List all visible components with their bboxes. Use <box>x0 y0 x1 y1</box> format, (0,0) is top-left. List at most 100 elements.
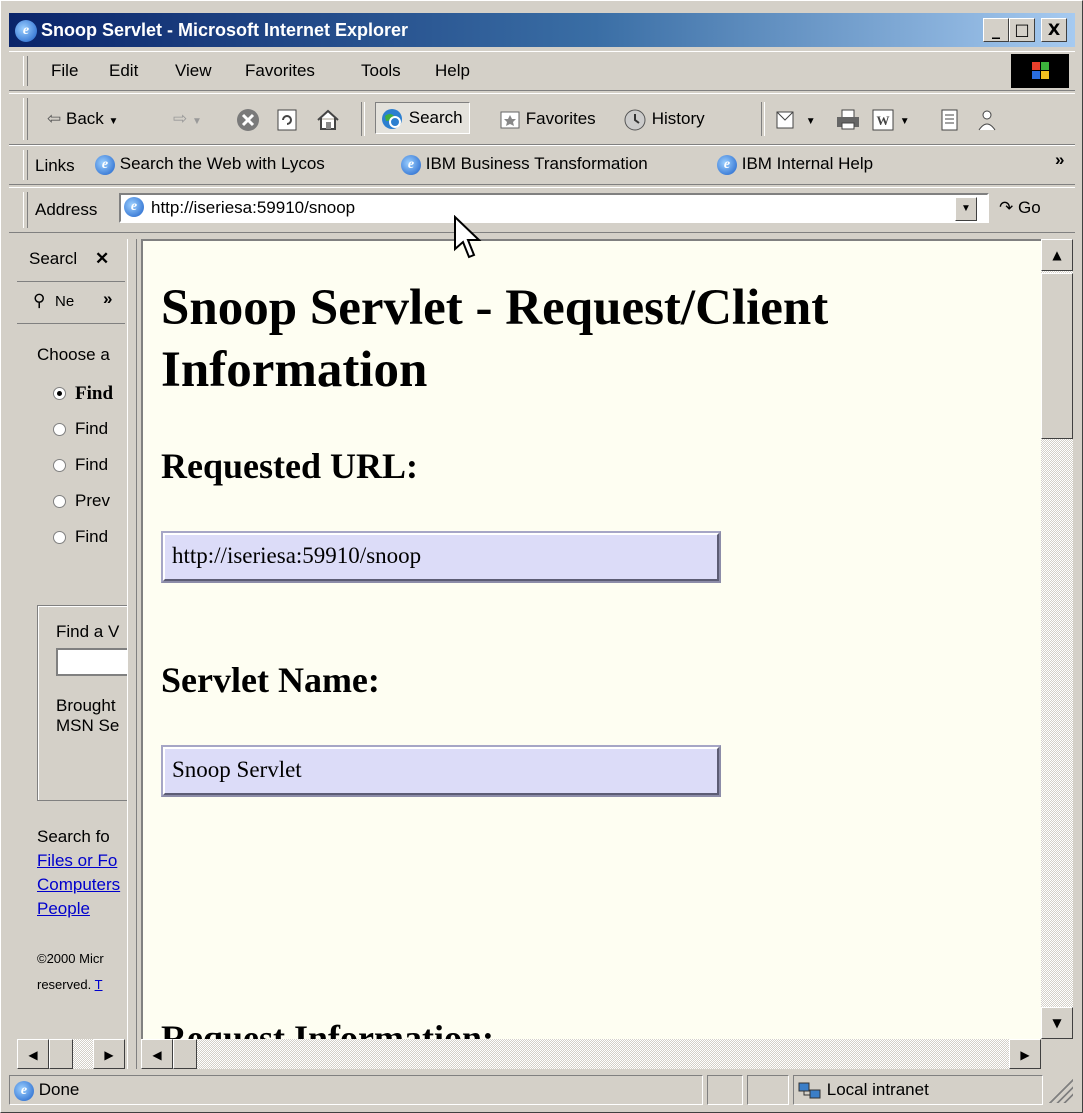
print-icon <box>837 109 859 130</box>
search-option-radio[interactable] <box>53 495 66 508</box>
pane-splitter[interactable] <box>127 239 137 1069</box>
discuss-button[interactable] <box>939 104 961 134</box>
forward-button[interactable]: ⇨ ▼ <box>173 104 202 134</box>
menu-grip[interactable] <box>23 56 28 86</box>
search-option-label[interactable]: Find <box>75 527 108 547</box>
search-pane-body: Choose a Find Find Find Prev Find Find a… <box>17 325 127 1045</box>
home-button[interactable] <box>315 104 341 134</box>
home-icon <box>317 109 339 130</box>
new-search-label: Ne <box>55 293 75 310</box>
close-button[interactable]: X <box>1041 18 1067 42</box>
stop-button[interactable] <box>235 104 261 134</box>
address-dropdown-button[interactable]: ▼ <box>955 197 977 221</box>
back-arrow-icon: ⇦ <box>47 109 62 128</box>
choose-label: Choose a <box>37 345 110 364</box>
search-button[interactable]: Search <box>375 102 470 134</box>
requested-url-field: http://iseriesa:59910/snoop <box>161 531 721 583</box>
pane-more-chevron-icon[interactable]: » <box>103 289 112 309</box>
favorites-icon <box>500 111 520 129</box>
scroll-down-button[interactable]: ▼ <box>1041 1007 1073 1039</box>
edit-word-button[interactable]: W ▼ <box>871 104 910 134</box>
minimize-button[interactable]: _ <box>983 18 1009 42</box>
menu-file[interactable]: File <box>51 61 78 81</box>
resize-grip-icon[interactable] <box>1049 1079 1073 1103</box>
favorites-button[interactable]: Favorites <box>499 104 596 134</box>
back-button[interactable]: ⇦ Back ▼ <box>47 104 118 134</box>
search-for-label: Search fo <box>37 827 110 846</box>
links-bar: Links e Search the Web with Lycos e IBM … <box>9 145 1075 185</box>
search-option-radio[interactable] <box>53 387 66 400</box>
link-lycos[interactable]: e Search the Web with Lycos <box>95 154 325 175</box>
forward-arrow-icon: ⇨ <box>173 109 188 128</box>
find-web-input[interactable] <box>56 648 127 676</box>
search-link-computers[interactable]: Computers <box>37 875 120 895</box>
search-link-files[interactable]: Files or Fo <box>37 851 117 871</box>
forward-dropdown-icon[interactable]: ▼ <box>192 116 202 127</box>
links-grip[interactable] <box>23 150 28 180</box>
copyright-text: ©2000 Micr <box>37 951 104 966</box>
link-ibm-business[interactable]: e IBM Business Transformation <box>401 154 648 175</box>
menu-view[interactable]: View <box>175 61 212 81</box>
search-pane: Searcl ✕ ⚲ Ne » Choose a Find Find Find … <box>17 239 127 1069</box>
search-globe-icon <box>382 108 402 129</box>
find-web-box: Find a V Brought MSN Se <box>37 605 127 801</box>
favorites-label: Favorites <box>525 109 596 128</box>
search-option-radio[interactable] <box>53 531 66 544</box>
pane-scroll-thumb[interactable] <box>49 1039 73 1069</box>
links-more-chevron-icon[interactable]: » <box>1055 150 1064 170</box>
go-arrow-icon: ↷ <box>999 198 1014 217</box>
page-vscrollbar[interactable]: ▲ ▼ <box>1041 239 1073 1039</box>
menu-help[interactable]: Help <box>435 61 470 81</box>
edit-dropdown-icon[interactable]: ▼ <box>900 116 910 127</box>
toolbar-separator <box>761 102 765 136</box>
search-option-label[interactable]: Find <box>75 455 108 475</box>
maximize-button[interactable]: □ <box>1009 18 1035 42</box>
refresh-button[interactable] <box>275 104 299 134</box>
title-bar: e Snoop Servlet - Microsoft Internet Exp… <box>9 13 1075 47</box>
search-option-radio[interactable] <box>53 459 66 472</box>
toolbar-grip[interactable] <box>23 98 28 140</box>
mail-icon <box>776 111 794 129</box>
mail-button[interactable]: ▼ <box>775 104 816 134</box>
history-button[interactable]: History <box>623 104 705 134</box>
menu-edit[interactable]: Edit <box>109 61 138 81</box>
menu-tools[interactable]: Tools <box>361 61 401 81</box>
pane-hscrollbar[interactable]: ◀ ▶ <box>17 1039 125 1069</box>
go-button[interactable]: ↷ Go <box>999 198 1041 218</box>
request-information-heading: Request Information: <box>161 1018 494 1039</box>
search-pane-new-button[interactable]: ⚲ Ne » <box>17 283 125 324</box>
mail-dropdown-icon[interactable]: ▼ <box>806 116 816 127</box>
address-label: Address <box>35 200 98 219</box>
scroll-left-button[interactable]: ◀ <box>141 1039 173 1069</box>
menu-favorites[interactable]: Favorites <box>245 61 315 81</box>
terms-link[interactable]: T <box>95 977 103 992</box>
search-option-label[interactable]: Find <box>75 383 113 405</box>
search-option-label[interactable]: Prev <box>75 491 110 511</box>
search-link-people[interactable]: People <box>37 899 90 919</box>
window-title: Snoop Servlet - Microsoft Internet Explo… <box>41 20 409 40</box>
messenger-button[interactable] <box>975 104 999 134</box>
vscroll-thumb[interactable] <box>1041 273 1073 439</box>
address-url: http://iseriesa:59910/snoop <box>151 198 356 217</box>
status-bar: e Done Local intranet <box>9 1073 1075 1107</box>
links-label: Links <box>35 156 75 175</box>
link-ibm-help[interactable]: e IBM Internal Help <box>717 154 873 175</box>
pane-scroll-left-button[interactable]: ◀ <box>17 1039 49 1069</box>
ie-page-icon: e <box>95 154 115 175</box>
ie-page-icon: e <box>124 197 144 217</box>
page-hscrollbar[interactable]: ◀ ▶ <box>141 1039 1041 1069</box>
search-option-radio[interactable] <box>53 423 66 436</box>
back-dropdown-icon[interactable]: ▼ <box>109 116 119 127</box>
scroll-up-button[interactable]: ▲ <box>1041 239 1073 271</box>
print-button[interactable] <box>835 104 861 134</box>
address-grip[interactable] <box>23 192 28 228</box>
status-panel <box>747 1075 789 1105</box>
search-pane-close-icon[interactable]: ✕ <box>95 249 109 269</box>
status-zone-panel: Local intranet <box>793 1075 1043 1105</box>
address-input[interactable]: e http://iseriesa:59910/snoop <box>119 193 989 223</box>
refresh-icon <box>277 109 297 131</box>
hscroll-thumb[interactable] <box>173 1039 197 1069</box>
search-option-label[interactable]: Find <box>75 419 108 439</box>
pane-scroll-right-button[interactable]: ▶ <box>93 1039 125 1069</box>
scroll-right-button[interactable]: ▶ <box>1009 1039 1041 1069</box>
